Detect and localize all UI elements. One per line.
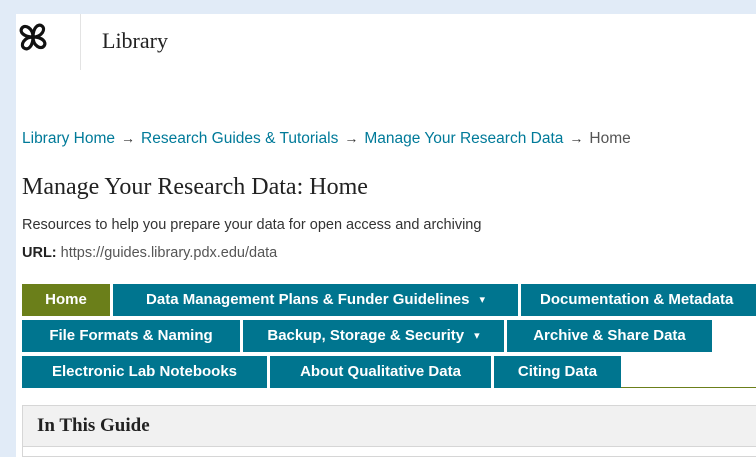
guide-description: Resources to help you prepare your data … — [22, 217, 482, 233]
url-value: https://guides.library.pdx.edu/data — [60, 245, 278, 261]
page: Library Library Home → Research Guides & T… — [16, 14, 756, 457]
site-name[interactable]: Library — [102, 28, 168, 54]
tab-label: Home — [45, 291, 87, 308]
tab-label: Data Management Plans & Funder Guideline… — [146, 291, 470, 308]
chevron-down-icon: ▾ — [474, 330, 480, 342]
breadcrumb-manage-data[interactable]: Manage Your Research Data — [364, 130, 563, 147]
tab-label: File Formats & Naming — [49, 327, 213, 344]
breadcrumb-separator: → — [569, 130, 584, 146]
chevron-down-icon: ▾ — [479, 294, 485, 306]
tab-home[interactable]: Home — [22, 284, 110, 316]
header-divider — [80, 14, 81, 70]
tab-electronic-lab-notebooks[interactable]: Electronic Lab Notebooks — [22, 356, 267, 388]
guide-url: URL: https://guides.library.pdx.edu/data — [22, 245, 277, 261]
site-header: Library — [16, 14, 756, 70]
page-title: Manage Your Research Data: Home — [22, 174, 368, 200]
tab-qualitative-data[interactable]: About Qualitative Data — [270, 356, 491, 388]
tab-citing-data[interactable]: Citing Data — [494, 356, 621, 388]
tab-label: Archive & Share Data — [533, 327, 686, 344]
tab-label: Backup, Storage & Security — [267, 327, 465, 344]
breadcrumb-current: Home — [589, 130, 631, 147]
library-logo-icon[interactable] — [16, 20, 50, 54]
breadcrumb-research-guides[interactable]: Research Guides & Tutorials — [141, 130, 338, 147]
tab-backup-storage[interactable]: Backup, Storage & Security ▾ — [243, 320, 504, 352]
tab-archive-share[interactable]: Archive & Share Data — [507, 320, 712, 352]
tab-documentation-metadata[interactable]: Documentation & Metadata — [521, 284, 756, 316]
tab-file-formats[interactable]: File Formats & Naming — [22, 320, 240, 352]
tab-label: Citing Data — [517, 363, 598, 380]
tab-label: About Qualitative Data — [300, 363, 461, 380]
breadcrumb-separator: → — [344, 130, 359, 146]
box-title: In This Guide — [23, 406, 756, 447]
tab-label: Electronic Lab Notebooks — [51, 363, 238, 380]
breadcrumb-library-home[interactable]: Library Home — [22, 130, 115, 147]
tab-baseline — [621, 387, 756, 388]
breadcrumb: Library Home → Research Guides & Tutorials… — [22, 130, 631, 148]
tab-label: Documentation & Metadata — [540, 291, 734, 308]
breadcrumb-separator: → — [121, 130, 136, 146]
tab-data-management-plans[interactable]: Data Management Plans & Funder Guideline… — [113, 284, 518, 316]
url-label: URL: — [22, 245, 57, 261]
in-this-guide-box: In This Guide — [22, 405, 756, 457]
